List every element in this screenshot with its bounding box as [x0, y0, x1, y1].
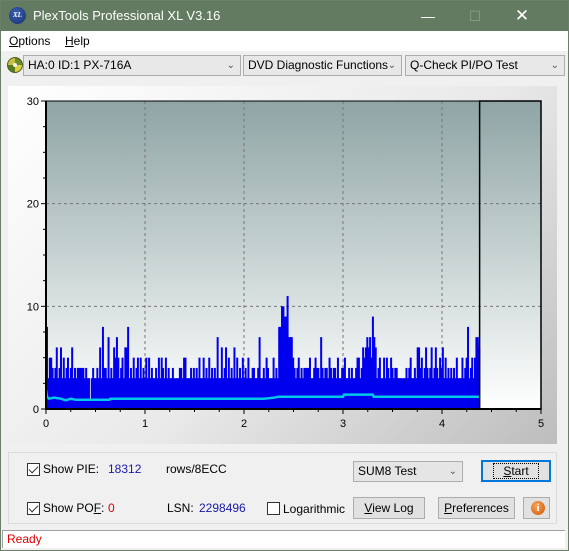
info-icon: i [531, 501, 545, 515]
controls-panel: Show PIE: 18312 rows/8ECC SUM8 Test ⌄ St… [8, 452, 557, 524]
y-tick-label: 30 [27, 96, 39, 108]
show-pof-accel: F [93, 501, 102, 515]
start-button[interactable]: Start [481, 460, 551, 482]
show-pof-label-pre: Show PO [43, 501, 94, 515]
show-pof-checkbox[interactable] [27, 502, 40, 515]
y-axis-ticks: 0 10 20 30 [27, 96, 46, 416]
lsn-label: LSN: [167, 501, 194, 515]
test-mode-select[interactable]: SUM8 Test ⌄ [353, 461, 463, 482]
x-tick-label: 2 [241, 418, 247, 430]
info-button[interactable]: i [523, 497, 550, 519]
view-log-rest: iew Log [372, 501, 414, 515]
pie-unit: rows/8ECC [166, 462, 227, 476]
logarithmic-checkbox[interactable] [267, 502, 280, 515]
preferences-accel: P [444, 501, 453, 515]
x-tick-label: 5 [538, 418, 544, 430]
test-mode-value: SUM8 Test [358, 464, 417, 478]
show-pof-label: Show POF: [43, 501, 104, 515]
logarithmic-label: Logarithmic [283, 502, 346, 516]
y-tick-label: 20 [27, 199, 39, 211]
lsn-value: 2298496 [199, 501, 246, 515]
start-button-label: Start [493, 463, 539, 479]
y-tick-label: 10 [27, 301, 39, 313]
chevron-down-icon: ⌄ [448, 466, 457, 477]
view-log-button[interactable]: View Log [353, 497, 425, 519]
x-tick-label: 0 [43, 418, 49, 430]
status-text: Ready [7, 532, 42, 546]
show-pie-checkbox[interactable] [27, 463, 40, 476]
show-pie-label: Show PIE: [43, 462, 100, 476]
show-pof-label-post: : [101, 501, 105, 515]
start-rest: tart [511, 464, 529, 478]
x-tick-label: 3 [340, 418, 346, 430]
x-axis-ticks: 0 1 2 3 4 5 [43, 409, 544, 430]
status-bar: Ready [2, 530, 565, 548]
pof-value: 0 [108, 501, 115, 515]
preferences-button[interactable]: Preferences [438, 497, 515, 519]
pie-value: 18312 [108, 462, 142, 476]
x-tick-label: 1 [142, 418, 148, 430]
y-tick-label: 0 [33, 404, 39, 416]
x-tick-label: 4 [439, 418, 445, 430]
preferences-rest: references [452, 501, 509, 515]
